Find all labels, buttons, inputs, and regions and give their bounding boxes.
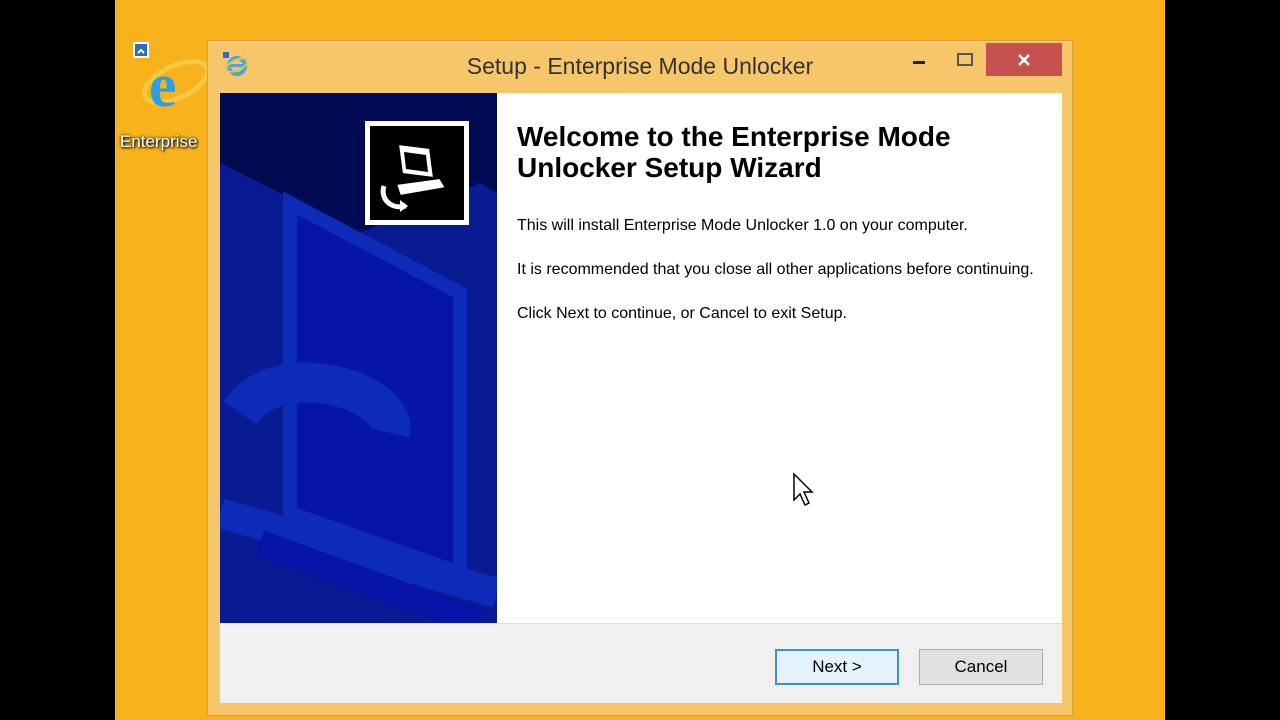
- setup-window: Setup - Enterprise Mode Unlocker Welcome…: [207, 40, 1073, 716]
- wizard-content: Welcome to the Enterprise Mode Unlocker …: [517, 93, 1047, 325]
- title-bar[interactable]: Setup - Enterprise Mode Unlocker: [208, 41, 1072, 93]
- close-icon: [1018, 53, 1030, 66]
- mouse-cursor-icon: [793, 472, 814, 507]
- desktop-shortcut-enterprise[interactable]: e Enterprise: [117, 40, 211, 160]
- minimize-button[interactable]: [896, 43, 942, 76]
- wizard-banner-image: [220, 93, 497, 623]
- wizard-heading: Welcome to the Enterprise Mode Unlocker …: [517, 121, 951, 183]
- wizard-client-area: Welcome to the Enterprise Mode Unlocker …: [220, 93, 1062, 703]
- close-apps-recommendation: It is recommended that you close all oth…: [517, 261, 1034, 278]
- install-description: This will install Enterprise Mode Unlock…: [517, 217, 968, 234]
- next-button[interactable]: Next >: [775, 649, 899, 685]
- wizard-button-bar: Next > Cancel: [220, 623, 1062, 703]
- svg-text:e: e: [149, 52, 177, 120]
- continue-instructions: Click Next to continue, or Cancel to exi…: [517, 305, 847, 322]
- setup-computer-icon: [380, 142, 448, 212]
- setup-logo-frame: [365, 121, 469, 225]
- internet-explorer-icon: e: [133, 42, 211, 120]
- minimize-icon: [913, 60, 925, 64]
- cancel-button[interactable]: Cancel: [919, 649, 1043, 685]
- desktop-shortcut-label: Enterprise: [120, 132, 198, 151]
- close-button[interactable]: [986, 43, 1062, 76]
- maximize-icon: [957, 52, 973, 66]
- maximize-button[interactable]: [942, 43, 988, 76]
